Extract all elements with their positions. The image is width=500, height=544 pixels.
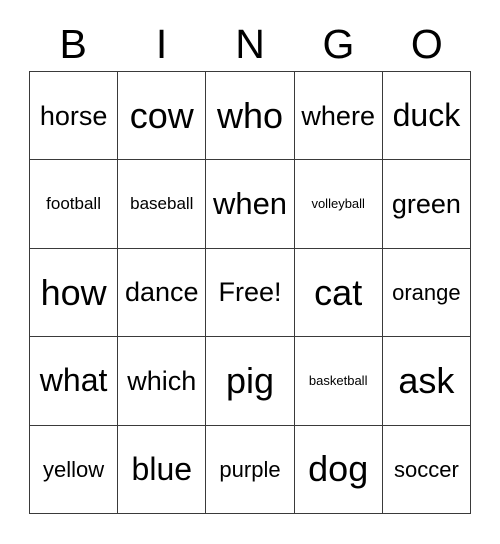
header-letter-b: B [59, 21, 87, 67]
bingo-cell-b4[interactable]: what [30, 337, 119, 426]
bingo-cell-label: soccer [393, 456, 459, 482]
bingo-cell-label: horse [39, 100, 108, 131]
bingo-cell-i2[interactable]: baseball [118, 160, 207, 249]
bingo-cell-label: orange [392, 279, 461, 305]
header-letter-g: G [322, 21, 355, 67]
bingo-cell-g4[interactable]: basketball [294, 337, 383, 426]
header-letter-i: I [155, 21, 168, 67]
bingo-cell-g5[interactable]: dog [294, 425, 383, 514]
bingo-cell-i3[interactable]: dance [118, 248, 207, 338]
bingo-cell-label: yellow [43, 456, 105, 482]
bingo-cell-label: pig [225, 359, 275, 401]
bingo-cell-n1[interactable]: who [206, 72, 295, 161]
bingo-cell-label: where [301, 100, 375, 131]
bingo-cell-label: blue [131, 450, 193, 487]
bingo-cell-label: which [127, 365, 197, 396]
bingo-cell-label: volleyball [311, 196, 365, 212]
bingo-cell-label: when [212, 185, 288, 221]
bingo-cell-label: dance [125, 277, 199, 308]
bingo-cell-b5[interactable]: yellow [30, 425, 119, 514]
bingo-cell-label: ask [398, 359, 455, 401]
bingo-cell-n5[interactable]: purple [206, 425, 295, 514]
bingo-cell-i4[interactable]: which [118, 337, 207, 426]
bingo-cell-g1[interactable]: where [294, 72, 383, 161]
bingo-cell-label: cat [314, 271, 363, 313]
bingo-cell-label: who [216, 94, 284, 136]
header-letter-o: O [410, 21, 443, 67]
bingo-cell-label: Free! [218, 277, 282, 308]
bingo-cell-g2[interactable]: volleyball [294, 160, 383, 249]
bingo-header: B I N G O [29, 18, 471, 71]
bingo-cell-g3[interactable]: cat [294, 248, 383, 338]
bingo-cell-label: what [39, 362, 108, 399]
bingo-cell-o4[interactable]: ask [382, 337, 471, 426]
header-letter-n: N [235, 21, 265, 67]
bingo-cell-o3[interactable]: orange [382, 248, 471, 338]
bingo-card: B I N G O horse cow who where duck footb… [0, 0, 500, 544]
bingo-cell-o5[interactable]: soccer [382, 425, 471, 514]
bingo-cell-b3[interactable]: how [30, 248, 119, 338]
bingo-cell-label: dog [308, 448, 369, 490]
bingo-cell-n2[interactable]: when [206, 160, 295, 249]
bingo-grid: horse cow who where duck football baseba… [29, 71, 471, 514]
bingo-cell-label: duck [392, 96, 461, 133]
bingo-cell-o1[interactable]: duck [382, 72, 471, 161]
bingo-cell-label: cow [129, 94, 194, 136]
bingo-cell-i5[interactable]: blue [118, 425, 207, 514]
bingo-cell-free-space[interactable]: Free! [206, 248, 295, 338]
bingo-cell-label: how [40, 271, 107, 313]
bingo-cell-b2[interactable]: football [30, 160, 119, 249]
bingo-cell-label: green [391, 188, 461, 219]
bingo-cell-label: purple [219, 456, 281, 482]
bingo-cell-label: basketball [308, 373, 368, 389]
bingo-cell-label: baseball [130, 194, 194, 214]
bingo-cell-label: football [46, 194, 101, 214]
bingo-cell-b1[interactable]: horse [30, 72, 119, 161]
bingo-cell-o2[interactable]: green [382, 160, 471, 249]
bingo-cell-n4[interactable]: pig [206, 337, 295, 426]
bingo-cell-i1[interactable]: cow [118, 72, 207, 161]
